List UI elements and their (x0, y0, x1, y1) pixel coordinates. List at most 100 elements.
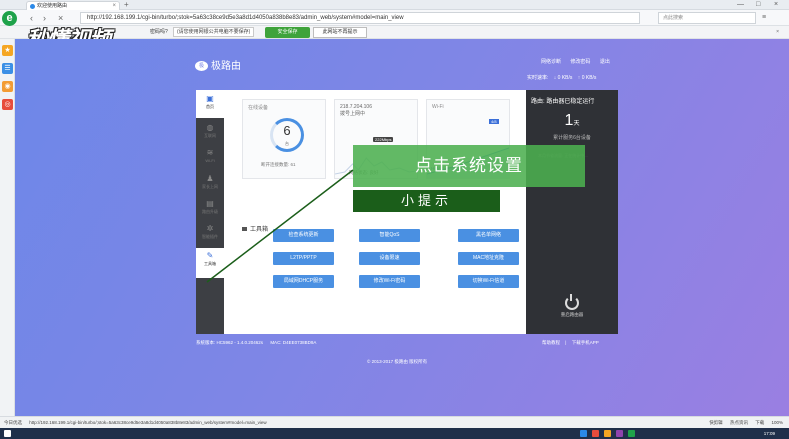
internet-rate: 222 (375, 137, 382, 142)
address-toolbar: e ‹ › × http://192.168.199.1/cgi-bin/tur… (0, 10, 789, 26)
devices-unit: 台 (285, 141, 289, 146)
lock-icon: ♟ (206, 174, 214, 183)
nav-toolbox-label: 工具箱 (204, 261, 216, 266)
maximize-icon[interactable]: □ (756, 0, 760, 10)
side-navigation: ▣ 首页 ◍ 互联网 ≋ Wi-Fi ♟ 家长上网 ▤ 路由升级 ✲ 智能插件 (196, 90, 224, 334)
reboot-button[interactable]: 重启路由器 (560, 294, 584, 318)
status-prefix: 路由: (531, 99, 545, 105)
tool-mac-clone-button[interactable]: MAC地址克隆 (458, 252, 519, 265)
nav-plugins[interactable]: ✲ 智能插件 (196, 224, 224, 240)
brand-name: 极路由 (211, 61, 241, 72)
menu-icon[interactable]: ≡ (762, 12, 766, 24)
new-tab-icon[interactable]: + (124, 0, 129, 10)
link-network-diagnose[interactable]: 网络诊断 (541, 59, 561, 65)
link-logout[interactable]: 退出 (600, 59, 610, 65)
taskbar-app-icon[interactable] (592, 430, 599, 437)
tool-l2tp-button[interactable]: L2TP/PPTP (273, 252, 334, 265)
status-news[interactable]: 热点资讯 (730, 420, 748, 425)
taskbar-app-icon[interactable] (580, 430, 587, 437)
nav-toolbox[interactable]: ✎ 工具箱 (196, 248, 224, 278)
speed-down: 0 KB/s (557, 75, 573, 81)
home-icon: ▣ (206, 94, 214, 103)
no-more-prompt-button[interactable]: 此网站不再提示 (313, 27, 367, 38)
status-subtitle: 累计服务6台设备 (553, 135, 591, 141)
browser-logo-icon[interactable]: e (2, 11, 17, 26)
wifi-title: Wi-Fi (432, 104, 444, 110)
copyright: © 2013-2017 极路由 版权所有 (367, 359, 428, 364)
weibo-icon[interactable]: ◉ (2, 81, 13, 92)
brand: 极极路由 (195, 57, 241, 72)
globe-icon: ◍ (206, 123, 214, 132)
wifi-badge: 4/8 (489, 119, 499, 124)
status-left[interactable]: 今日优选 (4, 420, 22, 425)
link-change-password[interactable]: 修改密码 (570, 59, 590, 65)
upload-arrow-icon: ↑ (577, 75, 581, 81)
tab-title: 欢迎使用路由 (37, 3, 68, 9)
app-icon[interactable]: ◎ (2, 99, 13, 110)
taskbar-app-icon[interactable] (604, 430, 611, 437)
system-version: 系统版本: HC5962 - 1.4.0.20462s (196, 340, 264, 345)
tool-speed-limit-button[interactable]: 设备限速 (359, 252, 420, 265)
nav-internet[interactable]: ◍ 互联网 (196, 123, 224, 139)
devices-foot-value: 61 (290, 162, 296, 167)
favorites-icon[interactable]: ★ (2, 45, 13, 56)
internet-mode: 拨号上网中 (340, 111, 366, 117)
minimize-icon[interactable]: — (737, 0, 744, 10)
status-clip[interactable]: 快剪辑 (709, 420, 723, 425)
nav-home[interactable]: ▣ 首页 (196, 94, 224, 110)
taskbar-app-icon[interactable] (628, 430, 635, 437)
status-title: 路由: 路由器已稳定运行 (531, 96, 594, 105)
power-icon (565, 294, 579, 310)
tool-wifi-password-button[interactable]: 修改Wi-Fi密码 (359, 275, 420, 288)
status-title-text: 路由器已稳定运行 (546, 99, 595, 105)
close-window-icon[interactable]: × (774, 0, 778, 10)
tool-qos-button[interactable]: 智能QoS (359, 229, 420, 242)
tool-blacklist-button[interactable]: 黑名单网络 (458, 229, 519, 242)
tab-close-icon[interactable]: × (112, 2, 116, 10)
internet-info: 218.7.204.106 拨号上网中 (340, 104, 372, 118)
start-icon[interactable] (4, 430, 11, 437)
devices-card[interactable]: 在线设备 6 台 断开连接数量: 61 (242, 99, 326, 179)
internet-rate-badge: 222Mbps (373, 137, 394, 142)
download-arrow-icon: ↓ (553, 75, 557, 81)
browser-titlebar: 欢迎使用路由 × + — □ × (0, 0, 789, 10)
devices-count: 6 (283, 123, 291, 138)
tool-check-update-button[interactable]: 检查系统更新 (273, 229, 334, 242)
speed-up: 0 KB/s (581, 75, 597, 81)
devices-title: 在线设备 (248, 105, 269, 111)
link-help[interactable]: 帮助教程 (542, 340, 560, 345)
status-zoom[interactable]: 100% (771, 420, 783, 425)
nav-internet-label: 互联网 (204, 133, 216, 138)
url-input[interactable]: http://192.168.199.1/cgi-bin/turbo/;stok… (80, 12, 640, 24)
browser-sidebar: ★ ☰ ◉ ◎ (0, 39, 15, 416)
tool-dhcp-button[interactable]: 局域网DHCP服务 (273, 275, 334, 288)
infobar-note: (请您使用网银公共电脑不要保存) (173, 27, 255, 37)
taskbar-app-icon[interactable] (616, 430, 623, 437)
nav-upgrade[interactable]: ▤ 路由升级 (196, 199, 224, 215)
infobar-close-icon[interactable]: × (776, 26, 779, 38)
nav-upgrade-label: 路由升级 (202, 209, 218, 214)
nav-wifi-label: Wi-Fi (205, 158, 215, 163)
nav-wifi[interactable]: ≋ Wi-Fi (196, 148, 224, 163)
search-input[interactable]: 点此搜索 (658, 12, 756, 24)
wrench-icon: ✎ (206, 251, 214, 260)
main-panel: ▣ 首页 ◍ 互联网 ≋ Wi-Fi ♟ 家长上网 ▤ 路由升级 ✲ 智能插件 (196, 90, 618, 334)
router-status-panel: 路由: 路由器已稳定运行 1天 累计服务6台设备 本月节省流量: 正在统计中..… (526, 90, 618, 334)
status-download[interactable]: 下载 (755, 420, 764, 425)
save-password-button[interactable]: 安全保存 (265, 27, 310, 38)
internet-rate-unit: Mbps (381, 137, 392, 142)
infobar-question: 密码吗? (150, 29, 168, 35)
realtime-speed: 实时速率: ↓ 0 KB/s ↑ 0 KB/s (527, 74, 596, 81)
upgrade-icon: ▤ (206, 199, 214, 208)
devices-ring: 6 台 (270, 118, 304, 152)
nav-parental[interactable]: ♟ 家长上网 (196, 174, 224, 190)
link-app-download[interactable]: 下载手机APP (572, 340, 599, 345)
system-mac: MAC: D4EE0738BD9A (270, 340, 317, 345)
reading-list-icon[interactable]: ☰ (2, 63, 13, 74)
browser-tab[interactable]: 欢迎使用路由 × (26, 1, 120, 10)
devices-foot: 断开连接数量: 61 (261, 162, 296, 168)
status-url: http://192.168.199.1/cgi-bin/turbo/;stok… (29, 420, 267, 425)
nav-home-label: 首页 (206, 104, 214, 109)
devices-foot-label: 断开连接数量: (261, 162, 290, 167)
tool-wifi-channel-button[interactable]: 切换Wi-Fi信道 (458, 275, 519, 288)
